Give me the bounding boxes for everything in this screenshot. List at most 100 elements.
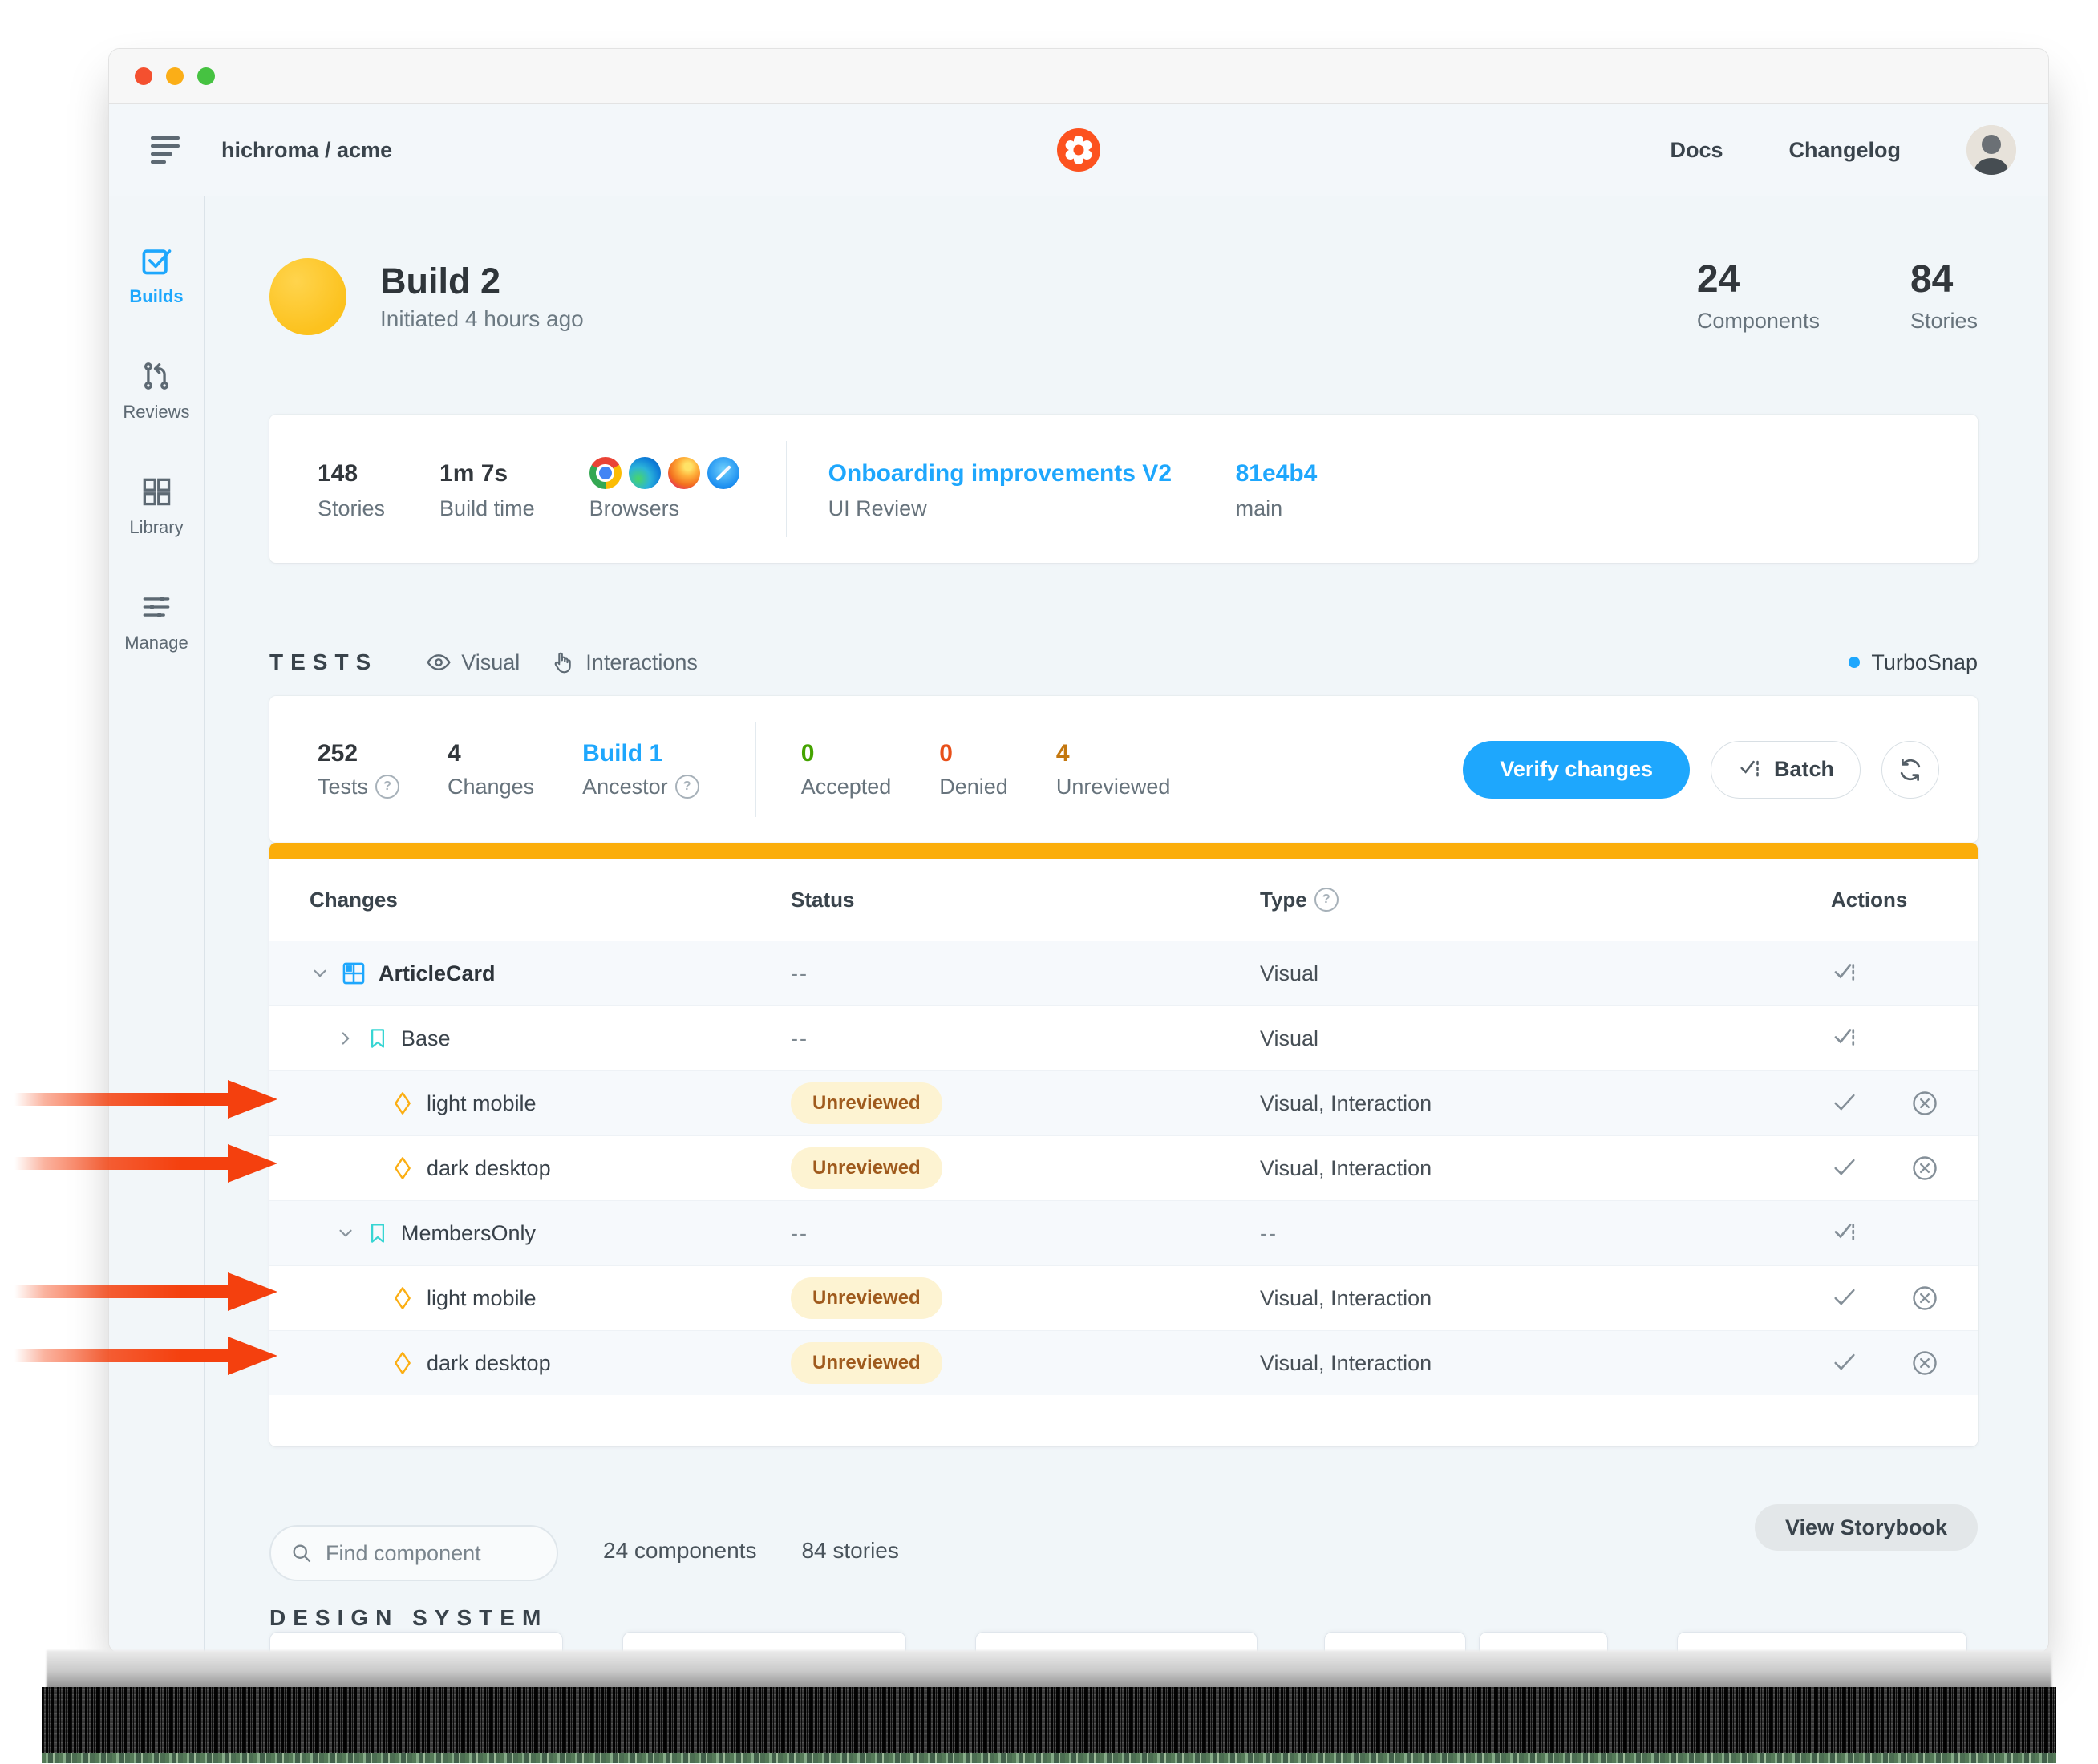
breadcrumb[interactable]: hichroma / acme (221, 138, 392, 163)
chevron-down-icon[interactable] (310, 963, 330, 984)
metric-label: UI Review (828, 496, 1181, 521)
table-row-story-group[interactable]: Base -- Visual (269, 1005, 1978, 1070)
search-icon (290, 1542, 313, 1564)
docs-link[interactable]: Docs (1670, 138, 1723, 163)
accept-icon[interactable] (1831, 1155, 1858, 1182)
metric-label: Ancestor (582, 775, 668, 799)
sidebar-item-builds[interactable]: Builds (129, 243, 183, 307)
table-row-test[interactable]: light mobile Unreviewed Visual, Interact… (269, 1070, 1978, 1135)
app-window: hichroma / acme Docs Changelog (108, 48, 2049, 1653)
metric-label: Unreviewed (1056, 775, 1171, 799)
test-metrics-card: 252 Tests? 4 Changes Build 1 Ancestor? 0 (269, 696, 1978, 843)
close-window-button[interactable] (135, 67, 152, 85)
sidebar-label: Reviews (123, 402, 189, 423)
minimize-window-button[interactable] (166, 67, 184, 85)
table-row-story-group[interactable]: MembersOnly -- -- (269, 1200, 1978, 1265)
row-type: Visual (1260, 1026, 1318, 1050)
bookmark-icon (366, 1026, 390, 1050)
accept-icon[interactable] (1831, 1090, 1858, 1117)
top-nav: Docs Changelog (1670, 125, 2016, 175)
row-status: -- (791, 1221, 808, 1245)
batch-accept-icon[interactable] (1831, 959, 1860, 988)
component-browser-bar: 24 components 84 stories View Storybook (269, 1504, 1978, 1581)
design-system-heading: DESIGN SYSTEM (269, 1605, 1978, 1631)
metric-value: 0 (801, 740, 892, 767)
components-label: Components (1697, 309, 1820, 334)
row-type: -- (1260, 1221, 1278, 1245)
metric-value: 252 (318, 740, 399, 767)
pointer-hand-icon (550, 649, 576, 675)
table-row-test[interactable]: dark desktop Unreviewed Visual, Interact… (269, 1135, 1978, 1200)
changes-metric: 4 Changes (448, 740, 534, 799)
sidebar-item-manage[interactable]: Manage (124, 589, 188, 653)
search-input[interactable] (324, 1540, 537, 1567)
deny-icon[interactable] (1910, 1284, 1939, 1313)
accept-icon[interactable] (1831, 1285, 1858, 1312)
commit-link[interactable]: 81e4b4 (1236, 456, 1318, 490)
help-icon[interactable]: ? (375, 775, 399, 799)
chrome-icon (589, 457, 622, 489)
unreviewed-progress-bar (269, 843, 1978, 859)
sidebar-label: Manage (124, 633, 188, 653)
turbosnap-indicator[interactable]: TurboSnap (1849, 650, 1978, 675)
ui-review-link[interactable]: Onboarding improvements V2 (828, 456, 1181, 490)
deny-icon[interactable] (1910, 1154, 1939, 1183)
verify-changes-button[interactable]: Verify changes (1463, 741, 1690, 799)
help-icon[interactable]: ? (675, 775, 699, 799)
batch-accept-icon[interactable] (1831, 1219, 1860, 1248)
metric-value: 1m 7s (439, 456, 535, 490)
status-badge: Unreviewed (791, 1082, 942, 1124)
build-time-metric: 1m 7s Build time (439, 456, 535, 521)
changelog-link[interactable]: Changelog (1789, 138, 1902, 163)
row-type: Visual, Interaction (1260, 1286, 1432, 1310)
table-row-test[interactable]: light mobile Unreviewed Visual, Interact… (269, 1265, 1978, 1330)
browsers-metric: Browsers (589, 456, 739, 521)
status-badge: Unreviewed (791, 1342, 942, 1384)
components-count-text: 24 components (603, 1538, 756, 1564)
interactions-filter[interactable]: Interactions (550, 649, 698, 675)
changes-table-card: Changes Status Type? Actions (269, 843, 1978, 1446)
eye-icon (426, 649, 452, 675)
table-row-component[interactable]: ArticleCard -- Visual (269, 941, 1978, 1005)
stories-count-text: 84 stories (801, 1538, 898, 1564)
safari-icon (707, 457, 739, 489)
batch-check-icon (1737, 756, 1764, 783)
user-avatar[interactable] (1966, 125, 2016, 175)
chevron-down-icon[interactable] (335, 1223, 356, 1244)
table-row-test[interactable]: dark desktop Unreviewed Visual, Interact… (269, 1330, 1978, 1395)
visual-filter[interactable]: Visual (426, 649, 520, 675)
metric-value: 148 (318, 456, 385, 490)
chevron-right-icon[interactable] (335, 1028, 356, 1049)
build-header: Build 2 Initiated 4 hours ago 24 Compone… (269, 258, 1978, 335)
sidebar-item-library[interactable]: Library (129, 474, 183, 538)
build-status-dot (269, 258, 346, 335)
sidebar-toggle-icon[interactable] (151, 136, 180, 164)
page: hichroma / acme Docs Changelog (0, 0, 2098, 1764)
zoom-window-button[interactable] (197, 67, 215, 85)
metric-label: main (1236, 496, 1318, 521)
turbosnap-dot-icon (1849, 657, 1860, 668)
help-icon[interactable]: ? (1314, 888, 1339, 912)
window-titlebar (109, 49, 2048, 104)
row-status: -- (791, 1026, 808, 1050)
build-subtitle: Initiated 4 hours ago (380, 306, 584, 332)
batch-accept-icon[interactable] (1831, 1024, 1860, 1053)
row-type: Visual, Interaction (1260, 1156, 1432, 1180)
find-component-search[interactable] (269, 1525, 558, 1581)
batch-button[interactable]: Batch (1711, 741, 1861, 799)
divider (755, 722, 756, 817)
row-name: dark desktop (427, 1351, 551, 1376)
deny-icon[interactable] (1910, 1349, 1939, 1378)
browser-icons (589, 457, 739, 489)
batch-label: Batch (1774, 757, 1834, 782)
accept-icon[interactable] (1831, 1349, 1858, 1377)
sidebar-item-reviews[interactable]: Reviews (123, 358, 189, 423)
diamond-icon (390, 1090, 415, 1116)
edge-icon (629, 457, 661, 489)
column-header-status: Status (791, 888, 1260, 912)
refresh-button[interactable] (1881, 741, 1939, 799)
chromatic-logo-icon[interactable] (1057, 128, 1100, 172)
deny-icon[interactable] (1910, 1089, 1939, 1118)
view-storybook-button[interactable]: View Storybook (1755, 1504, 1978, 1551)
ancestor-build-link[interactable]: Build 1 (582, 740, 699, 767)
